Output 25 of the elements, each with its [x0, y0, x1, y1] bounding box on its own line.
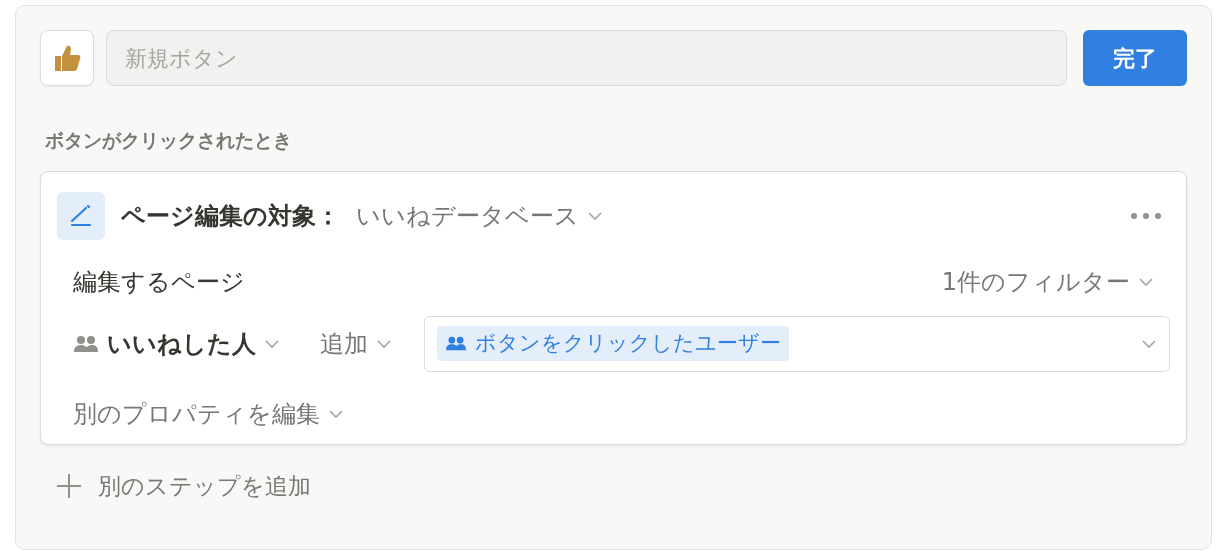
plus-icon [56, 472, 82, 499]
done-button[interactable]: 完了 [1083, 30, 1187, 86]
filter-dropdown[interactable]: 1件のフィルター [941, 263, 1154, 300]
operation-dropdown[interactable]: 追加 [320, 325, 392, 362]
section-label: ボタンがクリックされたとき [45, 128, 293, 153]
chevron-down-icon [587, 210, 603, 221]
database-dropdown[interactable]: いいねデータベース [356, 197, 603, 234]
chevron-down-icon [1138, 276, 1154, 287]
step-title: ページ編集の対象： [121, 200, 340, 232]
emoji-button[interactable] [40, 30, 94, 86]
chevron-down-icon [264, 338, 280, 349]
user-chip: ボタンをクリックしたユーザー [437, 325, 789, 362]
chevron-down-icon [1141, 338, 1157, 349]
name-field[interactable]: 新規ボタン [106, 30, 1067, 86]
chevron-down-icon [328, 408, 344, 419]
more-options-icon[interactable] [1130, 211, 1162, 220]
people-icon [73, 334, 99, 353]
add-step-button[interactable]: 別のステップを追加 [98, 468, 311, 503]
chevron-down-icon [376, 338, 392, 349]
people-icon [445, 336, 467, 351]
value-field[interactable]: ボタンをクリックしたユーザー [424, 315, 1170, 372]
pencil-icon [57, 191, 105, 240]
edit-property-dropdown[interactable]: 別のプロパティを編集 [73, 395, 344, 432]
property-dropdown[interactable]: いいねした人 [73, 325, 280, 362]
pages-label: 編集するページ [73, 266, 245, 298]
